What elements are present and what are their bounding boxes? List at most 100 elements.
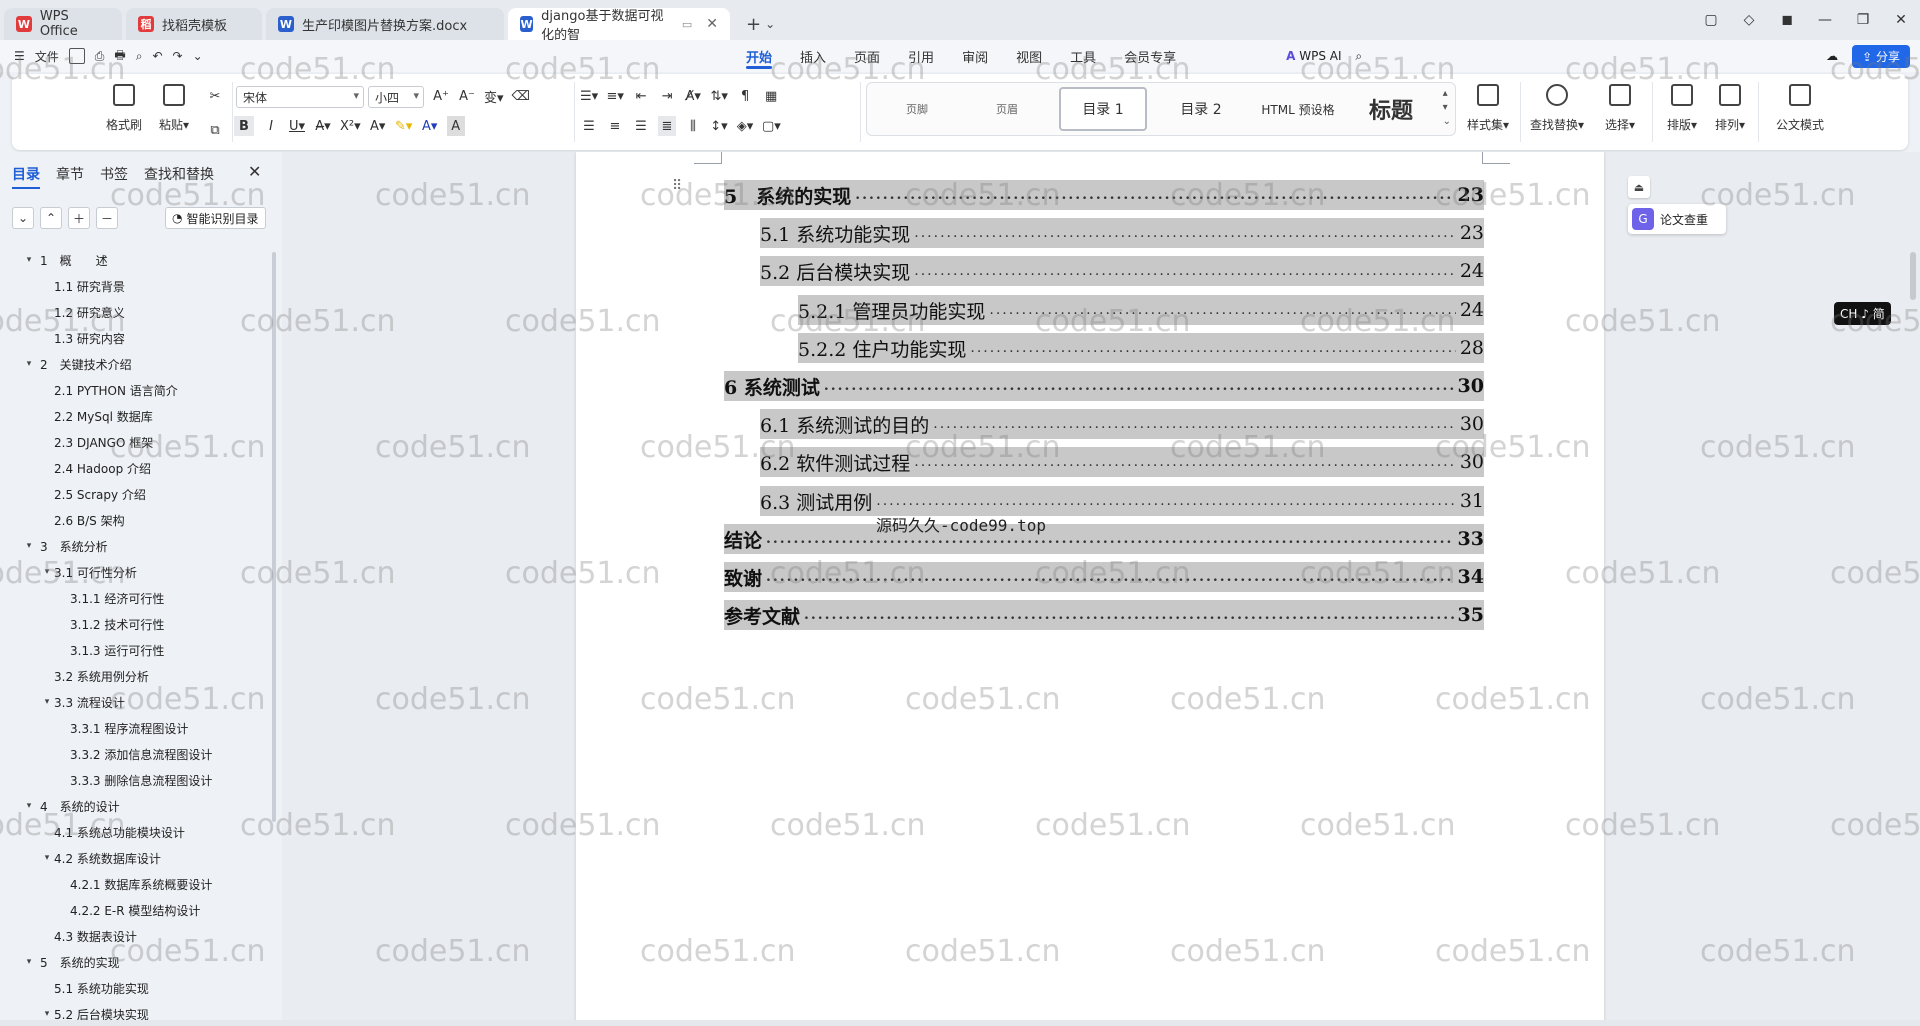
drag-handle-icon[interactable]: ⠿	[672, 178, 682, 194]
share-button[interactable]: ⇪ 分享	[1852, 44, 1910, 68]
toc-entry[interactable]: 6 系统测试 30	[724, 371, 1484, 401]
minus-icon[interactable]: －	[96, 207, 118, 229]
tab-4[interactable]: 审阅	[948, 40, 1002, 72]
style-header[interactable]: 页眉	[967, 87, 1047, 131]
style-footer[interactable]: 页脚	[877, 87, 957, 131]
decrease-indent-icon[interactable]: ⇤	[632, 86, 650, 106]
box-icon[interactable]: ◇	[1730, 12, 1768, 28]
bold-icon[interactable]: B	[234, 116, 254, 136]
chevron-up-icon[interactable]: ⌃	[40, 207, 62, 229]
outline-item[interactable]: 3.1.1 经济可行性	[0, 585, 272, 611]
expand-triangle-icon[interactable]: ▾	[40, 1009, 54, 1019]
clear-format-icon[interactable]: ⌫	[512, 86, 530, 106]
close-window-button[interactable]: ✕	[1882, 12, 1920, 28]
more-icon[interactable]: ⌄	[193, 49, 203, 63]
outline-item[interactable]: 3.3.3 删除信息流程图设计	[0, 767, 272, 793]
number-list-icon[interactable]: ≡▾	[606, 86, 624, 106]
underline-icon[interactable]: U▾	[288, 116, 306, 136]
outline-item[interactable]: 3.1.3 运行可行性	[0, 637, 272, 663]
italic-icon[interactable]: I	[262, 116, 280, 136]
document-tab[interactable]: W WPS Office	[4, 8, 122, 40]
toc-entry[interactable]: 5.2.1 管理员功能实现 24	[798, 295, 1484, 325]
toc-entry[interactable]: 致谢 34	[724, 562, 1484, 592]
toc-entry[interactable]: 结论 33	[724, 524, 1484, 554]
expand-triangle-icon[interactable]: ▾	[40, 697, 54, 707]
outline-item[interactable]: 2.6 B/S 架构	[0, 507, 272, 533]
outline-item[interactable]: 4.2.1 数据库系统概要设计	[0, 871, 272, 897]
export-icon[interactable]: ⎙	[95, 49, 105, 64]
cloud-icon[interactable]: ☁	[1826, 49, 1838, 63]
ime-indicator[interactable]: CH ♪ 简	[1834, 302, 1891, 325]
nav-tab-1[interactable]: 章节	[56, 164, 84, 189]
outline-item[interactable]: 4.3 数据表设计	[0, 923, 272, 949]
sort-icon[interactable]: ⇅▾	[710, 86, 728, 106]
outline-item[interactable]: 1.1 研究背景	[0, 273, 272, 299]
font-size-select[interactable]: 小四	[368, 86, 424, 108]
text-effect-icon[interactable]: A▾	[369, 116, 387, 136]
select-button[interactable]: 选择▾	[1596, 84, 1644, 133]
outline-item[interactable]: 1.3 研究内容	[0, 325, 272, 351]
outline-item[interactable]: ▾ 2 关键技术介绍	[0, 351, 272, 377]
smart-toc-button[interactable]: ◔ 智能识别目录	[165, 207, 266, 229]
outline-item[interactable]: ▾ 1 概 述	[0, 247, 272, 273]
outline-item[interactable]: 2.3 DJANGO 框架	[0, 429, 272, 455]
show-marks-icon[interactable]: ¶	[736, 86, 754, 106]
nav-tab-0[interactable]: 目录	[12, 164, 40, 189]
strikethrough-icon[interactable]: A̶▾	[314, 116, 332, 136]
arrange-button[interactable]: 排列▾	[1706, 84, 1754, 133]
toc-entry[interactable]: 5.2 后台模块实现 24	[760, 256, 1484, 286]
style-heading[interactable]: 标题	[1351, 87, 1431, 131]
document-tab[interactable]: Wdjango基于数据可视化的智 ▭ ✕	[508, 8, 730, 43]
increase-indent-icon[interactable]: ⇥	[658, 86, 676, 106]
tab-1[interactable]: 插入	[786, 40, 840, 72]
style-scroll-arrows[interactable]: ▴ ▾ ⌄	[1443, 87, 1451, 129]
align-center-icon[interactable]: ≡	[606, 116, 624, 136]
toc-entry[interactable]: 5.2.2 住户功能实现 28	[798, 333, 1484, 363]
outline-item[interactable]: 2.4 Hadoop 介绍	[0, 455, 272, 481]
close-tab-icon[interactable]: ✕	[706, 16, 718, 32]
close-icon[interactable]: ✕	[248, 162, 261, 181]
expand-triangle-icon[interactable]: ▾	[40, 853, 54, 863]
outline-item[interactable]: 4.1 系统总功能模块设计	[0, 819, 272, 845]
tab-0[interactable]: 开始	[732, 40, 786, 72]
document-tab[interactable]: W 生产印模图片替换方案.docx	[266, 8, 504, 40]
outline-item[interactable]: ▾ 3.3 流程设计	[0, 689, 272, 715]
expand-triangle-icon[interactable]: ▾	[40, 567, 54, 577]
paste-button[interactable]: 粘贴▾	[150, 84, 198, 133]
outline-item[interactable]: 3.3.2 添加信息流程图设计	[0, 741, 272, 767]
document-scrollbar[interactable]	[1910, 252, 1916, 300]
outline-item[interactable]: 5.1 系统功能实现	[0, 975, 272, 1001]
undo-icon[interactable]: ↶	[152, 49, 162, 63]
tab-7[interactable]: 会员专享	[1110, 40, 1190, 72]
style-html-pre[interactable]: HTML 预设格	[1249, 87, 1347, 131]
save-icon[interactable]	[68, 48, 85, 64]
nav-tab-3[interactable]: 查找和替换	[144, 164, 214, 189]
highlight-icon[interactable]: ✎▾	[395, 116, 413, 136]
chevron-down-icon[interactable]: ⌄	[12, 207, 34, 229]
font-color-icon[interactable]: A▾	[421, 116, 439, 136]
layout-button[interactable]: 排版▾	[1658, 84, 1706, 133]
outline-item[interactable]: 2.1 PYTHON 语言简介	[0, 377, 272, 403]
toc-entry[interactable]: 6.2 软件测试过程 30	[760, 447, 1484, 477]
grow-font-icon[interactable]: A⁺	[432, 86, 450, 106]
toc-entry[interactable]: 6.3 测试用例 31	[760, 486, 1484, 516]
expand-triangle-icon[interactable]: ▾	[22, 541, 36, 551]
font-name-select[interactable]: 宋体	[236, 86, 364, 108]
line-spacing-icon[interactable]: ↕▾	[710, 116, 728, 136]
toc-entry[interactable]: 参考文献 35	[724, 600, 1484, 630]
nav-scrollbar[interactable]	[272, 252, 276, 822]
style-toc2[interactable]: 目录 2	[1159, 87, 1243, 131]
nav-tab-2[interactable]: 书签	[100, 164, 128, 189]
avatar[interactable]: ◼	[1768, 12, 1806, 28]
file-menu[interactable]: 文件	[35, 48, 59, 65]
layout-icon[interactable]: ▢	[1692, 12, 1730, 28]
align-left-icon[interactable]: ☰	[580, 116, 598, 136]
official-mode-button[interactable]: 公文模式	[1768, 84, 1832, 133]
text-direction-icon[interactable]: A̸▾	[684, 86, 702, 106]
shading-icon[interactable]: ◈▾	[736, 116, 754, 136]
outline-item[interactable]: ▾ 5 系统的实现	[0, 949, 272, 975]
outline-item[interactable]: 1.2 研究意义	[0, 299, 272, 325]
wps-ai-button[interactable]: A WPS AI ⌕	[1286, 49, 1362, 64]
cut-icon[interactable]: ✂	[206, 86, 224, 106]
outline-item[interactable]: ▾ 4.2 系统数据库设计	[0, 845, 272, 871]
